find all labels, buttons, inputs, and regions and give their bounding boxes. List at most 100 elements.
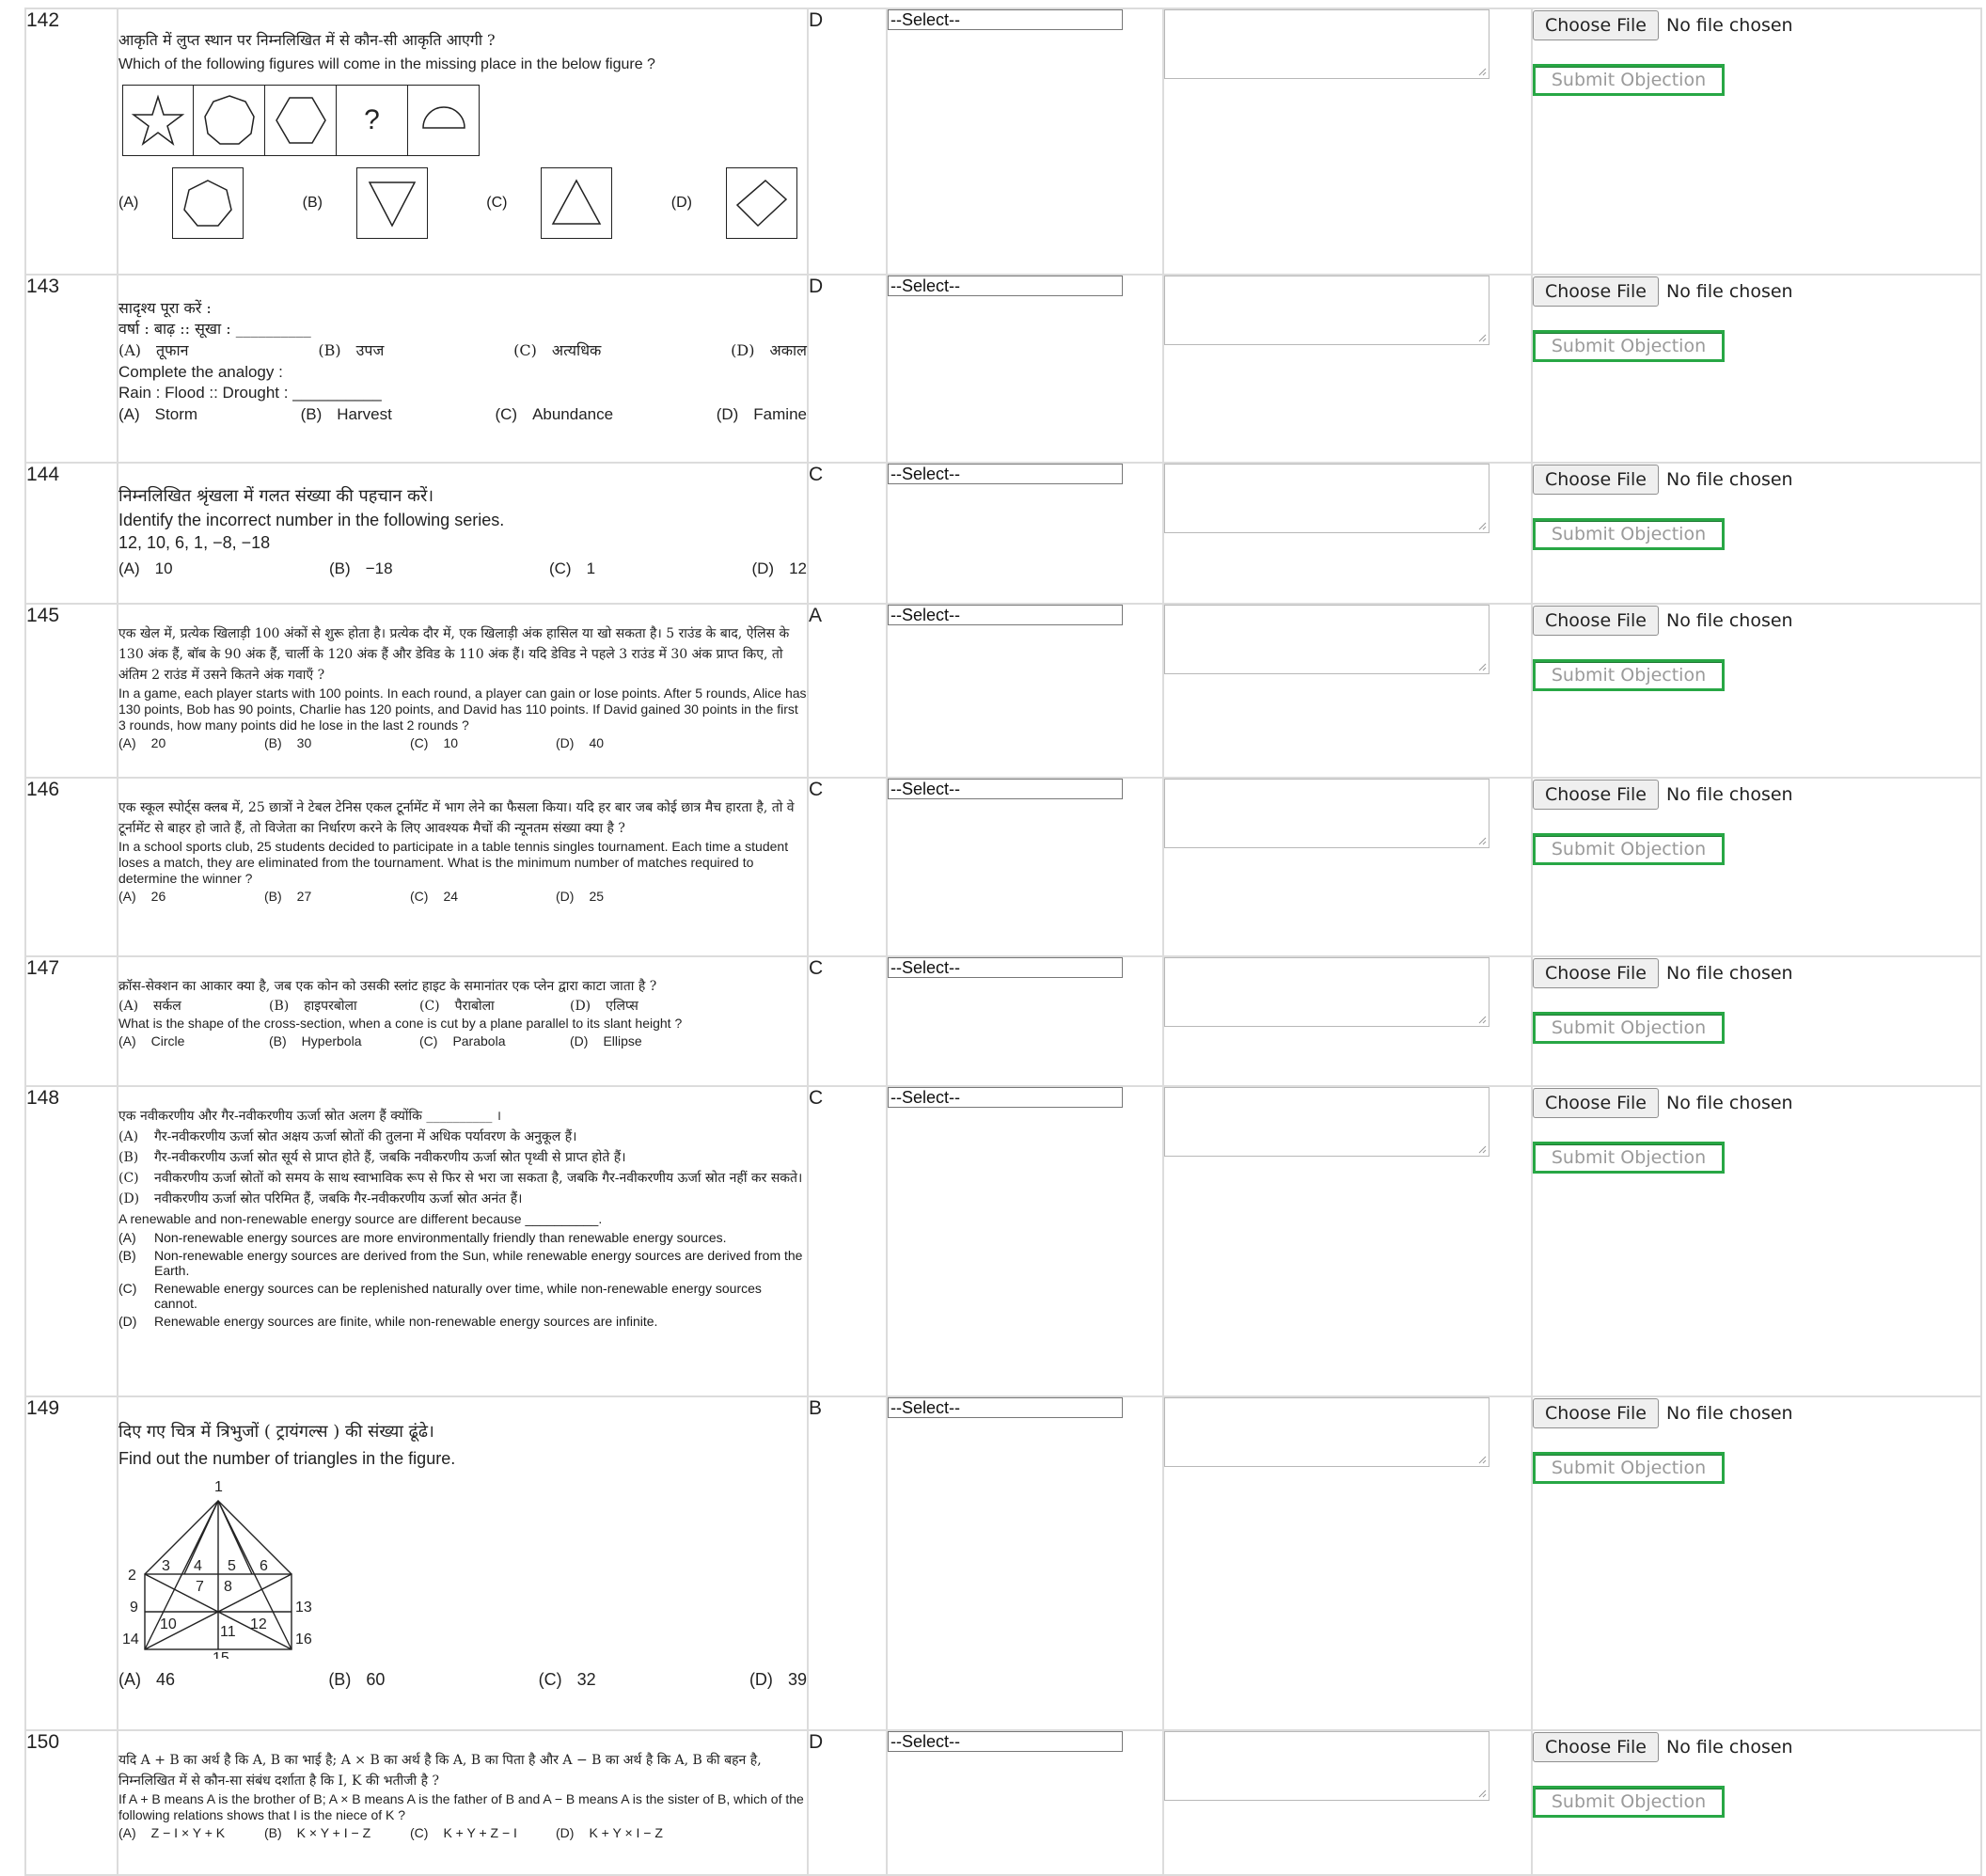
option-b: (B) Hyperbola [269, 1033, 362, 1048]
question-number: 142 [24, 8, 118, 276]
objection-remarks-textarea[interactable] [1164, 276, 1490, 345]
file-status: No file chosen [1665, 1403, 1793, 1424]
objection-remarks-textarea[interactable] [1164, 9, 1490, 79]
submit-objection-button[interactable]: Submit Objection [1533, 518, 1725, 550]
resize-grip-icon[interactable] [1477, 836, 1487, 845]
option-c: (C) अत्यधिक [513, 341, 602, 359]
question-text-english: Complete the analogy : [118, 363, 283, 381]
option-b: (B) उपज [318, 341, 385, 359]
objection-type-select[interactable]: --Select-- [888, 779, 1123, 799]
option-d: (D) एलिप्स [570, 999, 638, 1014]
objection-type-select[interactable]: --Select-- [888, 605, 1123, 625]
objection-remarks-textarea[interactable] [1164, 779, 1490, 848]
question-text-english-analogy: Rain : Flood :: Drought : __________ [118, 384, 382, 402]
objection-type-select[interactable]: --Select-- [888, 1731, 1123, 1752]
option-b: (B) Harvest [300, 405, 392, 423]
choose-file-button[interactable]: Choose File [1533, 606, 1659, 636]
correct-answer: C [807, 955, 888, 1087]
resize-grip-icon[interactable] [1477, 1455, 1487, 1464]
question-content: यदि A + B का अर्थ है कि A, B का भाई है; … [117, 1729, 809, 1876]
submit-objection-button[interactable]: Submit Objection [1533, 1142, 1725, 1174]
question-text-english: What is the shape of the cross-section, … [118, 1016, 683, 1031]
option-c: (C) Parabola [419, 1033, 506, 1048]
submit-objection-button[interactable]: Submit Objection [1533, 330, 1725, 362]
objection-type-select[interactable]: --Select-- [888, 9, 1123, 30]
objection-remarks-textarea[interactable] [1164, 1087, 1490, 1157]
option-c: (C) 32 [538, 1670, 596, 1689]
question-text-hindi: सादृश्य पूरा करें : [118, 299, 212, 317]
question-content: सादृश्य पूरा करें : वर्षा : बाढ़ :: सूखा… [117, 274, 809, 464]
resize-grip-icon[interactable] [1477, 333, 1487, 342]
question-content: दिए गए चित्र में त्रिभुजों ( ट्रायंगल्स … [117, 1395, 809, 1731]
submit-objection-button[interactable]: Submit Objection [1533, 1012, 1725, 1044]
resize-grip-icon[interactable] [1477, 1789, 1487, 1798]
submit-objection-button[interactable]: Submit Objection [1533, 64, 1725, 96]
option-a-english: (A) Non-renewable energy sources are more… [118, 1230, 727, 1245]
submit-objection-button[interactable]: Submit Objection [1533, 833, 1725, 865]
question-number: 148 [24, 1085, 118, 1397]
option-a: (A) 46 [118, 1670, 176, 1689]
figure-label: 15 [213, 1650, 229, 1659]
question-text-english: Which of the following figures will come… [118, 56, 655, 72]
question-text-hindi: क्रॉस-सेक्शन का आकार क्या है, जब एक कोन … [118, 979, 657, 994]
choose-file-button[interactable]: Choose File [1533, 958, 1659, 988]
option-c-triangle-figure [541, 167, 613, 239]
objection-remarks-textarea[interactable] [1164, 957, 1490, 1027]
objection-remarks-textarea[interactable] [1164, 605, 1490, 674]
option-b-hindi: (B) गैर-नवीकरणीय ऊर्जा स्रोत सूर्य से प्र… [118, 1150, 626, 1165]
question-number: 146 [24, 777, 118, 957]
figure-label: 9 [130, 1600, 138, 1616]
resize-grip-icon[interactable] [1477, 521, 1487, 530]
objection-type-select[interactable]: --Select-- [888, 1397, 1123, 1418]
objection-type-select[interactable]: --Select-- [888, 276, 1123, 296]
resize-grip-icon[interactable] [1477, 1144, 1487, 1154]
choose-file-button[interactable]: Choose File [1533, 465, 1659, 495]
file-status: No file chosen [1665, 610, 1793, 631]
file-status: No file chosen [1665, 963, 1793, 984]
question-text-english: Identify the incorrect number in the fol… [118, 511, 505, 529]
option-d: (D) 12 [751, 560, 807, 577]
figure-options: (A) (B) (C) (D) [118, 167, 797, 239]
choose-file-button[interactable]: Choose File [1533, 1398, 1659, 1428]
option-a: (A) Storm [118, 405, 198, 423]
resize-grip-icon[interactable] [1477, 662, 1487, 671]
choose-file-button[interactable]: Choose File [1533, 10, 1659, 40]
figure-label: 8 [224, 1579, 232, 1595]
choose-file-button[interactable]: Choose File [1533, 1732, 1659, 1762]
options: (A) 20 (B) 30 (C) 10 (D) 40 [118, 733, 807, 752]
correct-answer: D [807, 1729, 888, 1876]
options-hindi: (A) सर्कल (B) हाइपरबोला (C) पैराबोला (D) एलि… [118, 997, 807, 1016]
submit-objection-button[interactable]: Submit Objection [1533, 1786, 1725, 1818]
choose-file-button[interactable]: Choose File [1533, 1088, 1659, 1118]
question-text-hindi: एक खेल में, प्रत्येक खिलाड़ी 100 अंकों स… [118, 626, 790, 683]
question-text-english: Find out the number of triangles in the … [118, 1449, 456, 1468]
choose-file-button[interactable]: Choose File [1533, 276, 1659, 307]
question-row-143: 143 सादृश्य पूरा करें : वर्षा : बाढ़ :: … [24, 274, 1982, 464]
correct-answer: C [807, 1085, 888, 1397]
octagon-figure [194, 85, 265, 156]
hexagon-figure [265, 85, 337, 156]
objection-type-select[interactable]: --Select-- [888, 1087, 1123, 1108]
objection-remarks-textarea[interactable] [1164, 1731, 1490, 1801]
submit-objection-button[interactable]: Submit Objection [1533, 1452, 1725, 1484]
resize-grip-icon[interactable] [1477, 67, 1487, 76]
resize-grip-icon[interactable] [1477, 1015, 1487, 1024]
objection-remarks-textarea[interactable] [1164, 464, 1490, 533]
question-text-english: If A + B means A is the brother of B; A … [118, 1791, 804, 1822]
file-status: No file chosen [1665, 281, 1793, 302]
question-content: निम्नलिखित श्रृंखला में गलत संख्या की पह… [117, 462, 809, 605]
question-content: एक खेल में, प्रत्येक खिलाड़ी 100 अंकों स… [117, 603, 809, 779]
option-d-hindi: (D) नवीकरणीय ऊर्जा स्रोत परिमित हैं, जबकि… [118, 1191, 523, 1206]
question-content: आकृति में लुप्त स्थान पर निम्नलिखित में … [117, 8, 809, 276]
question-content: क्रॉस-सेक्शन का आकार क्या है, जब एक कोन … [117, 955, 809, 1087]
objection-type-select[interactable]: --Select-- [888, 957, 1123, 978]
choose-file-button[interactable]: Choose File [1533, 780, 1659, 810]
submit-objection-button[interactable]: Submit Objection [1533, 659, 1725, 691]
question-row-147: 147 क्रॉस-सेक्शन का आकार क्या है, जब एक … [24, 955, 1982, 1087]
options: (A) Z − I × Y + K (B) K × Y + I − Z (C) K +… [118, 1823, 807, 1842]
objection-type-select[interactable]: --Select-- [888, 464, 1123, 484]
option-b: (B) [303, 167, 428, 239]
option-c-english: (C) Renewable energy sources can be reple… [118, 1281, 762, 1311]
question-number: 143 [24, 274, 118, 464]
objection-remarks-textarea[interactable] [1164, 1397, 1490, 1467]
